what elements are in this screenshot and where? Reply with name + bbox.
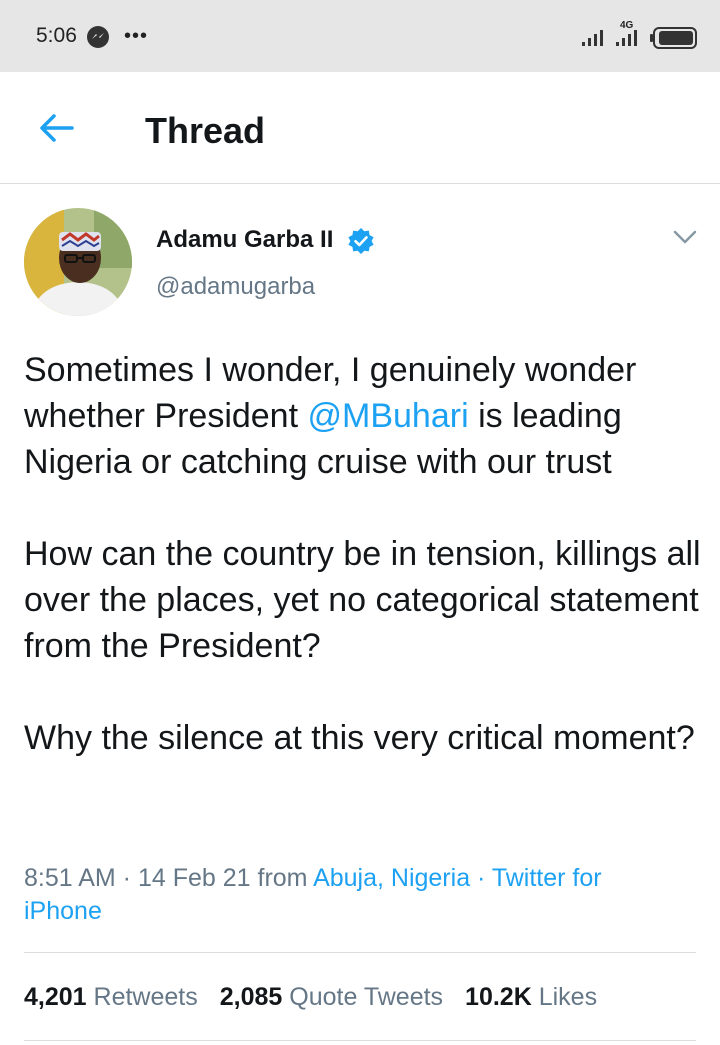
tweet-meta: 8:51 AM · 14 Feb 21 from Abuja, Nigeria …	[24, 862, 664, 928]
stat-label: Likes	[538, 983, 598, 1011]
author-handle[interactable]: @adamugarba	[156, 273, 315, 301]
author-display-name[interactable]: Adamu Garba II	[156, 226, 333, 254]
chevron-down-icon[interactable]	[672, 228, 698, 246]
signal-icon	[616, 30, 637, 46]
tweet-paragraph: How can the country be in tension, killi…	[24, 535, 701, 665]
divider	[24, 952, 696, 953]
status-bar: 5:06 ••• 4G	[0, 0, 720, 72]
status-time: 5:06	[36, 24, 77, 47]
page-title: Thread	[145, 110, 266, 151]
verified-badge-icon	[348, 228, 374, 254]
avatar[interactable]	[24, 208, 132, 316]
tweet-time: 8:51 AM	[24, 864, 116, 892]
more-dots-icon: •••	[124, 25, 149, 47]
battery-icon	[650, 27, 697, 49]
stat-count: 10.2K	[465, 983, 532, 1011]
meta-from: from	[250, 864, 314, 892]
stat-count: 4,201	[24, 983, 87, 1011]
tweet-text: Sometimes I wonder, I genuinely wonder w…	[24, 347, 704, 761]
divider	[24, 1040, 696, 1041]
signal-icon	[582, 30, 603, 46]
tweet-paragraph: Why the silence at this very critical mo…	[24, 719, 695, 757]
tweet-date: 14 Feb 21	[137, 864, 251, 892]
stat-retweets[interactable]: 4,201 Retweets	[24, 983, 198, 1011]
stat-quote-tweets[interactable]: 2,085 Quote Tweets	[220, 983, 443, 1011]
back-arrow-icon[interactable]	[38, 113, 74, 143]
stat-likes[interactable]: 10.2K Likes	[465, 983, 597, 1011]
messenger-icon	[87, 26, 109, 48]
stat-count: 2,085	[219, 983, 283, 1011]
meta-separator: ·	[115, 864, 138, 892]
engagement-stats: 4,201 Retweets 2,085 Quote Tweets 10.2K Li…	[24, 983, 597, 1012]
meta-separator: ·	[470, 864, 492, 892]
mention-link[interactable]: @MBuhari	[308, 397, 469, 435]
location-link[interactable]: Abuja, Nigeria	[313, 864, 470, 892]
stat-label: Quote Tweets	[289, 983, 444, 1011]
thread-header: Thread	[0, 72, 720, 184]
tweet-paragraph: Sometimes I wonder, I genuinely wonder w…	[24, 347, 704, 485]
stat-label: Retweets	[93, 983, 198, 1011]
